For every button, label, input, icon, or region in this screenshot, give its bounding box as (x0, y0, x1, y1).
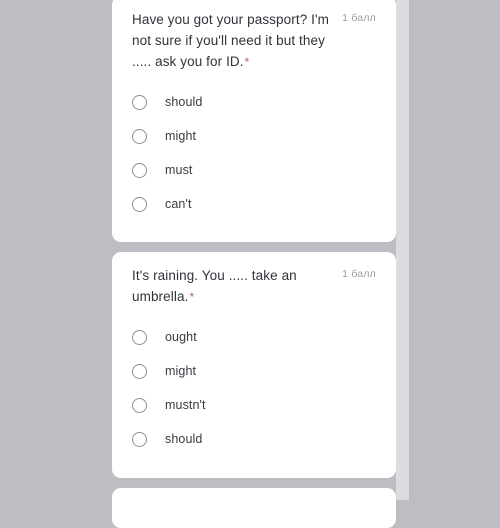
radio-option-label: might (165, 129, 197, 143)
radio-button-icon[interactable] (132, 363, 147, 379)
radio-option[interactable]: should (132, 85, 376, 119)
radio-option-label: might (165, 364, 197, 378)
radio-option-label: should (165, 432, 203, 446)
question-card-body: It's raining. You ..... take an umbrella… (112, 252, 396, 472)
radio-option[interactable]: must (132, 153, 376, 187)
radio-button-icon[interactable] (132, 162, 147, 178)
required-asterisk: * (189, 290, 195, 304)
radio-button-icon[interactable] (132, 128, 147, 144)
question-title: It's raining. You ..... take an umbrella… (132, 265, 332, 308)
radio-button-icon[interactable] (132, 329, 147, 345)
radio-option[interactable]: ought (132, 320, 376, 354)
question-title: Have you got your passport? I'm not sure… (132, 9, 332, 73)
question-points: 1 балл (342, 12, 376, 24)
radio-option[interactable]: mustn't (132, 388, 376, 422)
radio-option-label: ought (165, 330, 197, 344)
radio-option-label: mustn't (165, 398, 206, 412)
question-text: Have you got your passport? I'm not sure… (132, 12, 330, 69)
radio-option-label: should (165, 95, 203, 109)
question-card (112, 488, 396, 528)
question-header: It's raining. You ..... take an umbrella… (132, 252, 376, 308)
question-card: Have you got your passport? I'm not sure… (112, 0, 396, 242)
question-text: It's raining. You ..... take an umbrella… (132, 268, 297, 304)
radio-button-icon[interactable] (132, 431, 147, 447)
radio-group: should might must can't (132, 73, 376, 237)
radio-button-icon[interactable] (132, 94, 147, 110)
question-card: It's raining. You ..... take an umbrella… (112, 252, 396, 478)
radio-option[interactable]: might (132, 354, 376, 388)
form-question-column: Have you got your passport? I'm not sure… (112, 0, 396, 528)
radio-button-icon[interactable] (132, 196, 147, 212)
quiz-form-page: Have you got your passport? I'm not sure… (0, 0, 500, 528)
radio-option-label: can't (165, 197, 192, 211)
radio-option[interactable]: might (132, 119, 376, 153)
question-header: Have you got your passport? I'm not sure… (132, 0, 376, 73)
radio-button-icon[interactable] (132, 397, 147, 413)
radio-group: ought might mustn't should (132, 308, 376, 472)
required-asterisk: * (244, 55, 250, 69)
vertical-scrollbar[interactable] (396, 0, 409, 500)
question-points: 1 балл (342, 268, 376, 280)
radio-option[interactable]: should (132, 422, 376, 456)
question-card-body: Have you got your passport? I'm not sure… (112, 0, 396, 237)
radio-option-label: must (165, 163, 193, 177)
radio-option[interactable]: can't (132, 187, 376, 221)
